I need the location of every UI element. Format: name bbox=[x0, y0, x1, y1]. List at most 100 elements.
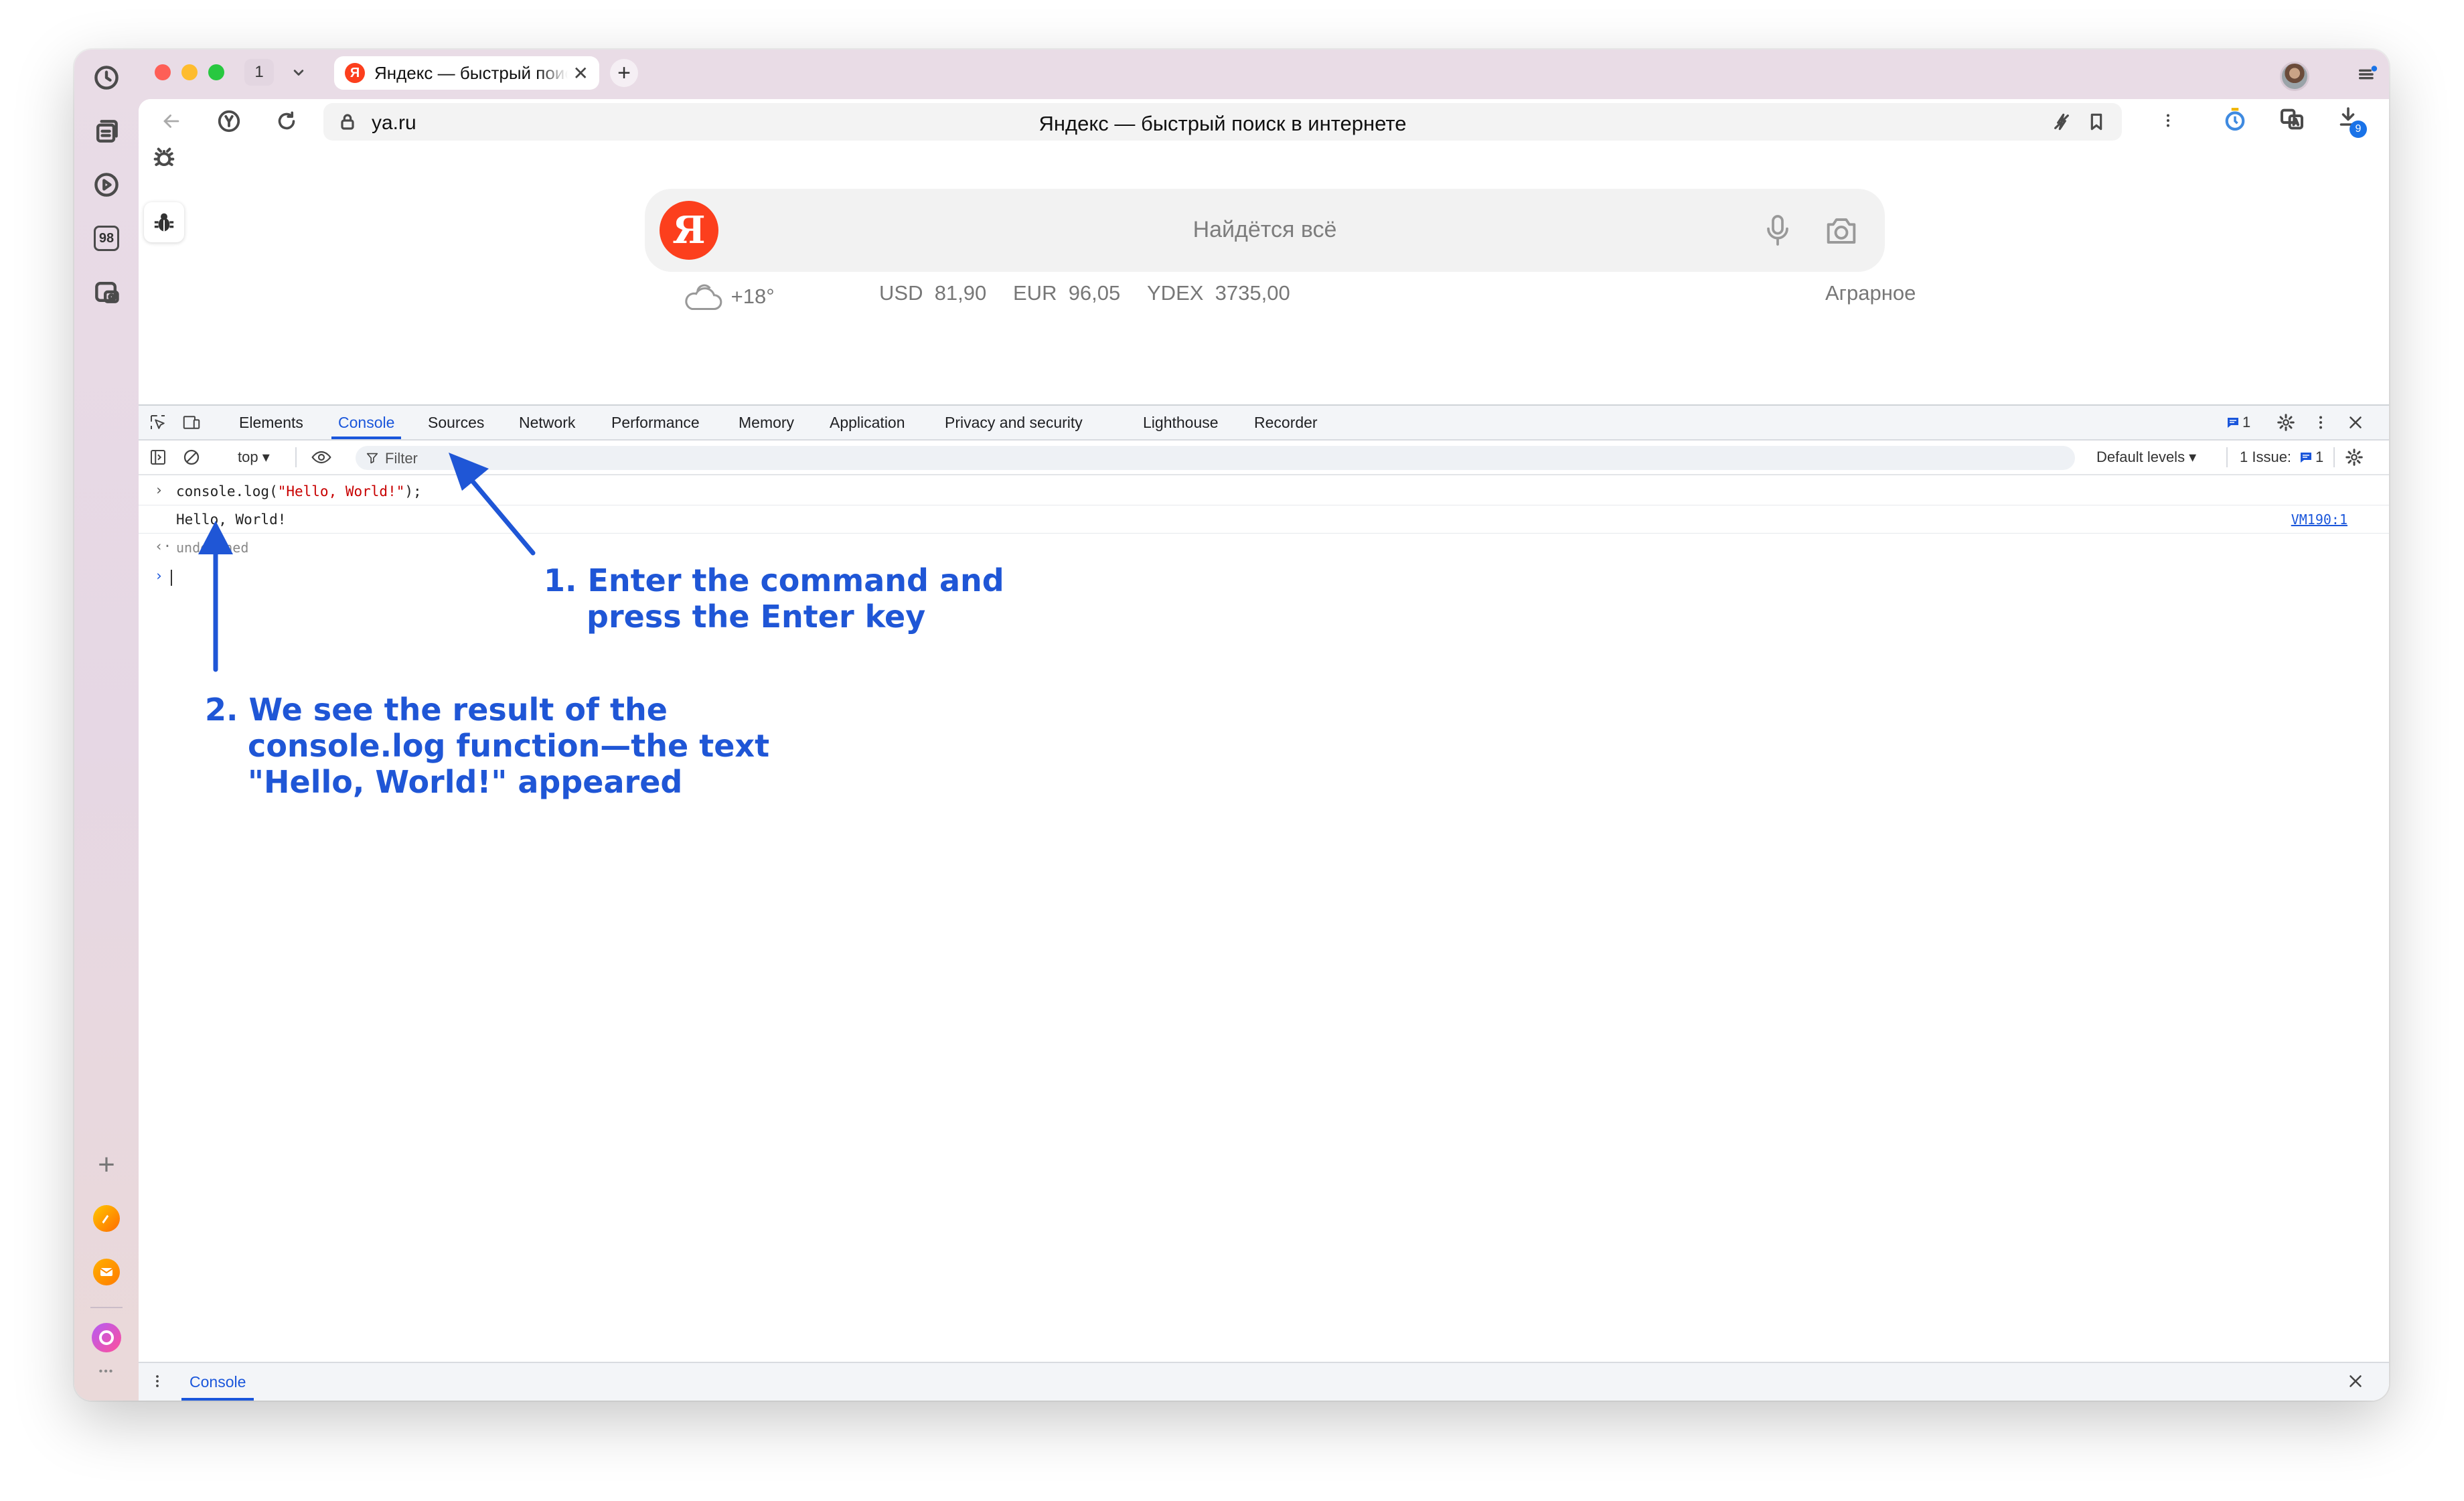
drawer-tab-console[interactable]: Console bbox=[181, 1363, 254, 1401]
tab-recorder[interactable]: Recorder bbox=[1254, 406, 1318, 439]
sidebar-toggle-icon[interactable] bbox=[148, 447, 168, 467]
tab-elements[interactable]: Elements bbox=[239, 406, 303, 439]
microphone-icon[interactable] bbox=[1759, 212, 1796, 249]
console-prompt[interactable]: › bbox=[139, 564, 2389, 590]
weather-widget[interactable]: +18° bbox=[681, 281, 775, 315]
toolbar-divider bbox=[2226, 447, 2228, 467]
history-icon[interactable] bbox=[74, 58, 139, 98]
search-input[interactable]: Я Найдётся всё bbox=[645, 189, 1885, 272]
eur-label: EUR bbox=[1013, 281, 1057, 305]
log-source-link[interactable]: VM190:1 bbox=[2291, 511, 2347, 528]
tab-network[interactable]: Network bbox=[519, 406, 575, 439]
yandex-app-icon[interactable] bbox=[74, 1198, 139, 1239]
extension-button[interactable] bbox=[2221, 106, 2250, 135]
bug-tool-button[interactable] bbox=[144, 138, 184, 178]
inspect-element-icon[interactable] bbox=[148, 412, 168, 432]
tab-console[interactable]: Console bbox=[331, 406, 402, 439]
screenshot-icon[interactable] bbox=[74, 272, 139, 312]
device-toolbar-icon[interactable] bbox=[181, 412, 202, 432]
usd-rate[interactable]: USD 81,90 bbox=[879, 281, 986, 305]
tab-application[interactable]: Application bbox=[830, 406, 905, 439]
tab-lighthouse[interactable]: Lighthouse bbox=[1143, 406, 1219, 439]
new-tab-button[interactable]: + bbox=[610, 59, 638, 87]
add-icon: + bbox=[98, 1148, 115, 1181]
issues-button[interactable]: 1 Issue: 1 bbox=[2240, 449, 2323, 466]
tab-close-icon[interactable]: ✕ bbox=[573, 62, 589, 84]
bug-icon bbox=[153, 147, 175, 166]
yandex-home-button[interactable] bbox=[212, 104, 246, 138]
sidebar-more-button[interactable]: ••• bbox=[74, 1362, 139, 1382]
plus-icon: + bbox=[617, 60, 631, 86]
back-arrow-icon bbox=[163, 114, 179, 128]
camera-search-icon[interactable] bbox=[1822, 212, 1861, 250]
url-field[interactable]: ya.ru Яндекс — быстрый поиск в интернете bbox=[323, 103, 2122, 141]
context-selector[interactable]: top ▾ bbox=[238, 449, 270, 466]
filter-placeholder: Filter bbox=[385, 450, 418, 467]
log-output[interactable]: Hello, World! bbox=[176, 511, 286, 528]
ydex-value: 3735,00 bbox=[1215, 281, 1290, 305]
bookmark-icon[interactable] bbox=[2086, 111, 2107, 133]
kebab-icon bbox=[2167, 114, 2169, 127]
tab-yandex[interactable]: Я Яндекс — быстрый поиск в интернете ✕ bbox=[334, 56, 599, 90]
downloads-button[interactable]: 9 bbox=[2336, 104, 2368, 138]
sidebar-divider bbox=[90, 1307, 123, 1308]
translate-button[interactable] bbox=[2279, 106, 2308, 135]
tab-performance[interactable]: Performance bbox=[611, 406, 700, 439]
yandex-favicon-icon: Я bbox=[345, 63, 365, 83]
return-value[interactable]: undefined bbox=[176, 540, 248, 556]
yandex-y-icon bbox=[218, 110, 240, 133]
video-icon[interactable] bbox=[74, 165, 139, 205]
mail-icon[interactable] bbox=[74, 1252, 139, 1292]
back-button[interactable] bbox=[155, 104, 188, 138]
devtools-close-icon[interactable] bbox=[2345, 412, 2366, 432]
collections-icon[interactable] bbox=[74, 111, 139, 151]
reload-button[interactable] bbox=[270, 104, 303, 138]
more-dots: ••• bbox=[98, 1366, 114, 1377]
tab-memory[interactable]: Memory bbox=[739, 406, 794, 439]
console-toolbar: top ▾ Filter Default levels ▾ 1 Issue: 1 bbox=[139, 441, 2389, 475]
bug-tool-button-active[interactable] bbox=[144, 202, 184, 242]
tab-sources[interactable]: Sources bbox=[428, 406, 484, 439]
console-settings-icon[interactable] bbox=[2344, 447, 2364, 467]
sidebar-badge-98[interactable]: 98 bbox=[74, 218, 139, 258]
messages-badge[interactable]: 1 bbox=[2225, 412, 2250, 432]
tab-count-button[interactable]: 1 bbox=[244, 59, 274, 86]
menu-icon[interactable] bbox=[2356, 63, 2383, 90]
cloud-icon bbox=[685, 284, 722, 311]
add-sidebar-button[interactable]: + bbox=[74, 1145, 139, 1185]
issue-message-icon bbox=[2301, 453, 2312, 463]
clear-console-icon[interactable] bbox=[181, 447, 202, 467]
tab-privacy-security[interactable]: Privacy and security bbox=[945, 406, 1083, 439]
prompt-chevron-icon: › bbox=[155, 568, 163, 584]
log-levels-dropdown[interactable]: Default levels ▾ bbox=[2096, 449, 2196, 466]
bug-filled-icon bbox=[154, 213, 174, 232]
devtools-menu-icon[interactable] bbox=[2311, 412, 2331, 432]
devtools-panel: Elements Console Sources Network Perform… bbox=[139, 404, 2389, 1401]
profile-avatar[interactable] bbox=[2280, 62, 2309, 91]
page-title: Яндекс — быстрый поиск в интернете bbox=[1038, 112, 1407, 135]
ydex-rate[interactable]: YDEX 3735,00 bbox=[1147, 281, 1290, 305]
alice-icon[interactable] bbox=[74, 1318, 139, 1358]
eur-value: 96,05 bbox=[1068, 281, 1121, 305]
console-return-line: ‹· undefined bbox=[139, 534, 2389, 561]
weather-temp: +18° bbox=[730, 285, 775, 309]
text-cursor bbox=[171, 570, 172, 586]
eur-rate[interactable]: EUR 96,05 bbox=[1013, 281, 1120, 305]
console-filter-input[interactable]: Filter bbox=[356, 446, 2075, 470]
active-tab-indicator bbox=[181, 1398, 254, 1401]
tab-list-button[interactable] bbox=[283, 59, 314, 86]
ydex-label: YDEX bbox=[1147, 281, 1204, 305]
prompt-chevron-icon: › bbox=[155, 482, 163, 498]
zoom-window-button[interactable] bbox=[208, 64, 224, 80]
location-label[interactable]: Аграрное bbox=[1825, 281, 1916, 305]
drawer-close-icon[interactable] bbox=[2345, 1371, 2366, 1391]
protect-off-icon[interactable] bbox=[2051, 111, 2072, 133]
command-suffix: ); bbox=[404, 483, 422, 499]
minimize-window-button[interactable] bbox=[181, 64, 198, 80]
close-window-button[interactable] bbox=[155, 64, 171, 80]
browser-menu-dots[interactable] bbox=[2158, 107, 2178, 134]
devtools-settings-icon[interactable] bbox=[2276, 412, 2296, 432]
address-bar: ya.ru Яндекс — быстрый поиск в интернете… bbox=[139, 99, 2389, 143]
drawer-menu-icon[interactable] bbox=[148, 1371, 167, 1391]
live-expression-eye-icon[interactable] bbox=[310, 447, 333, 468]
